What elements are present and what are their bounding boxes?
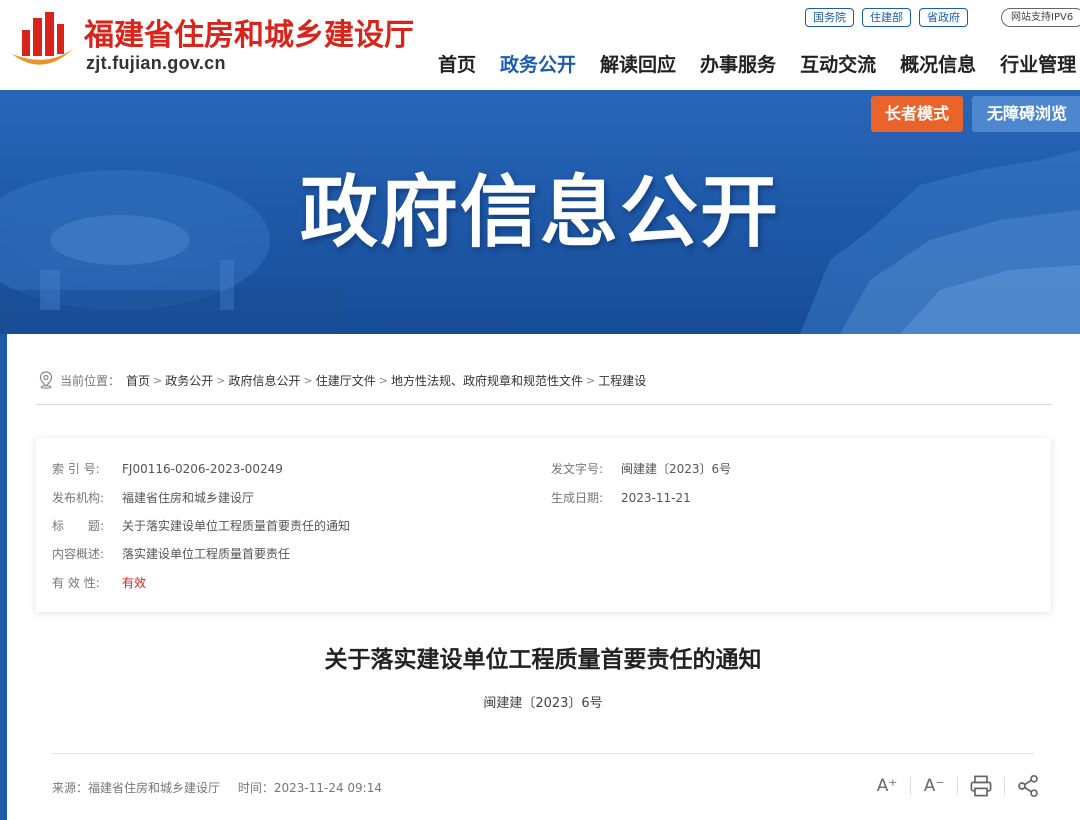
info-date-value: 2023-11-21 xyxy=(621,491,691,505)
logo-icon[interactable] xyxy=(8,8,78,72)
nav-item-home[interactable]: 首页 xyxy=(438,50,476,77)
top-link-mohurd[interactable]: 住建部 xyxy=(862,8,911,27)
breadcrumb-item-dept-docs[interactable]: 住建厅文件 xyxy=(316,372,376,389)
breadcrumb-label: 当前位置： xyxy=(60,373,121,388)
breadcrumb-item-regulations[interactable]: 地方性法规、政府规章和规范性文件 xyxy=(391,372,583,389)
info-docno-label: 发文字号: xyxy=(551,462,604,476)
site-name[interactable]: 福建省住房和城乡建设厅 xyxy=(84,10,414,54)
nav-item-industry[interactable]: 行业管理 xyxy=(1000,50,1076,77)
share-icon[interactable] xyxy=(1013,774,1043,798)
article-divider xyxy=(52,753,1034,754)
tool-divider xyxy=(1004,777,1005,795)
info-validity-value: 有效 xyxy=(122,576,147,590)
info-docno-value: 闽建建〔2023〕6号 xyxy=(621,462,732,476)
info-docno-row: 发文字号: 闽建建〔2023〕6号 xyxy=(551,460,731,477)
info-publisher-value: 福建省住房和城乡建设厅 xyxy=(122,491,255,505)
article-time: 时间：2023-11-24 09:14 xyxy=(237,781,382,795)
info-validity-label: 有 效 性: xyxy=(52,576,100,590)
ipv6-badge: 网站支持IPV6 xyxy=(1001,8,1080,27)
banner: 政府信息公开 长者模式 无障碍浏览 xyxy=(0,90,1080,334)
breadcrumb-item-home[interactable]: 首页 xyxy=(126,372,150,389)
tool-divider xyxy=(910,777,911,795)
breadcrumb-separator: > xyxy=(585,373,596,387)
info-summary-label: 内容概述: xyxy=(52,547,105,561)
info-publisher-label: 发布机构: xyxy=(52,491,105,505)
top-link-province-gov[interactable]: 省政府 xyxy=(919,8,968,27)
font-decrease-icon[interactable]: A⁻ xyxy=(919,774,949,798)
info-validity-row: 有 效 性: 有效 xyxy=(52,574,146,591)
print-icon[interactable] xyxy=(966,774,996,798)
article-doc-number: 闽建建〔2023〕6号 xyxy=(483,696,603,711)
info-title-row: 标 题: 关于落实建设单位工程质量首要责任的通知 xyxy=(52,517,350,534)
breadcrumb-separator: > xyxy=(378,373,388,387)
breadcrumb: 当前位置： 首页 > 政务公开 > 政府信息公开 > 住建厅文件 > 地方性法规… xyxy=(38,370,646,390)
article-title: 关于落实建设单位工程质量首要责任的通知 xyxy=(324,647,762,673)
banner-title: 政府信息公开 xyxy=(299,168,780,258)
doc-info-box: 索 引 号: FJ00116-0206-2023-00249 发文字号: 闽建建〔2… xyxy=(36,438,1051,612)
breadcrumb-separator: > xyxy=(153,373,163,387)
info-title-value: 关于落实建设单位工程质量首要责任的通知 xyxy=(122,519,351,533)
info-summary-row: 内容概述: 落实建设单位工程质量首要责任 xyxy=(52,545,290,562)
top-links: 国务院 住建部 省政府 xyxy=(805,8,968,27)
breadcrumb-item-gov-info[interactable]: 政府信息公开 xyxy=(228,372,300,389)
info-summary-value: 落实建设单位工程质量首要责任 xyxy=(122,547,291,561)
breadcrumb-item-gov-affairs[interactable]: 政务公开 xyxy=(165,372,213,389)
site-header: 福建省住房和城乡建设厅 zjt.fujian.gov.cn 国务院 住建部 省政… xyxy=(0,0,1080,90)
article-tools: A⁺ A⁻ xyxy=(872,774,1043,798)
tool-divider xyxy=(957,777,958,795)
nav-item-gov-affairs[interactable]: 政务公开 xyxy=(500,50,576,77)
article-meta: 来源：福建省住房和城乡建设厅 时间：2023-11-24 09:14 xyxy=(52,779,396,796)
info-index-label: 索 引 号: xyxy=(52,462,100,476)
info-title-label: 标 题: xyxy=(52,519,105,533)
breadcrumb-separator: > xyxy=(216,373,226,387)
info-index-row: 索 引 号: FJ00116-0206-2023-00249 xyxy=(52,460,283,477)
article-source: 来源：福建省住房和城乡建设厅 xyxy=(52,781,221,795)
elder-mode-button[interactable]: 长者模式 xyxy=(871,96,963,132)
top-link-state-council[interactable]: 国务院 xyxy=(805,8,854,27)
info-date-label: 生成日期: xyxy=(551,491,604,505)
site-domain: zjt.fujian.gov.cn xyxy=(86,53,226,73)
location-pin-icon xyxy=(39,371,53,389)
main-nav: 首页 政务公开 解读回应 办事服务 互动交流 概况信息 行业管理 xyxy=(438,50,1080,77)
accessibility-button[interactable]: 无障碍浏览 xyxy=(972,96,1080,132)
breadcrumb-item-construction[interactable]: 工程建设 xyxy=(598,372,646,389)
info-publisher-row: 发布机构: 福建省住房和城乡建设厅 xyxy=(52,489,254,506)
nav-item-services[interactable]: 办事服务 xyxy=(700,50,776,77)
nav-item-interpretation[interactable]: 解读回应 xyxy=(600,50,676,77)
font-increase-icon[interactable]: A⁺ xyxy=(872,774,902,798)
info-index-value: FJ00116-0206-2023-00249 xyxy=(122,462,283,476)
breadcrumb-separator: > xyxy=(303,373,313,387)
info-date-row: 生成日期: 2023-11-21 xyxy=(551,489,691,506)
nav-item-interaction[interactable]: 互动交流 xyxy=(800,50,876,77)
nav-item-overview[interactable]: 概况信息 xyxy=(900,50,976,77)
breadcrumb-divider xyxy=(36,404,1052,405)
left-decor-strip xyxy=(0,334,7,820)
